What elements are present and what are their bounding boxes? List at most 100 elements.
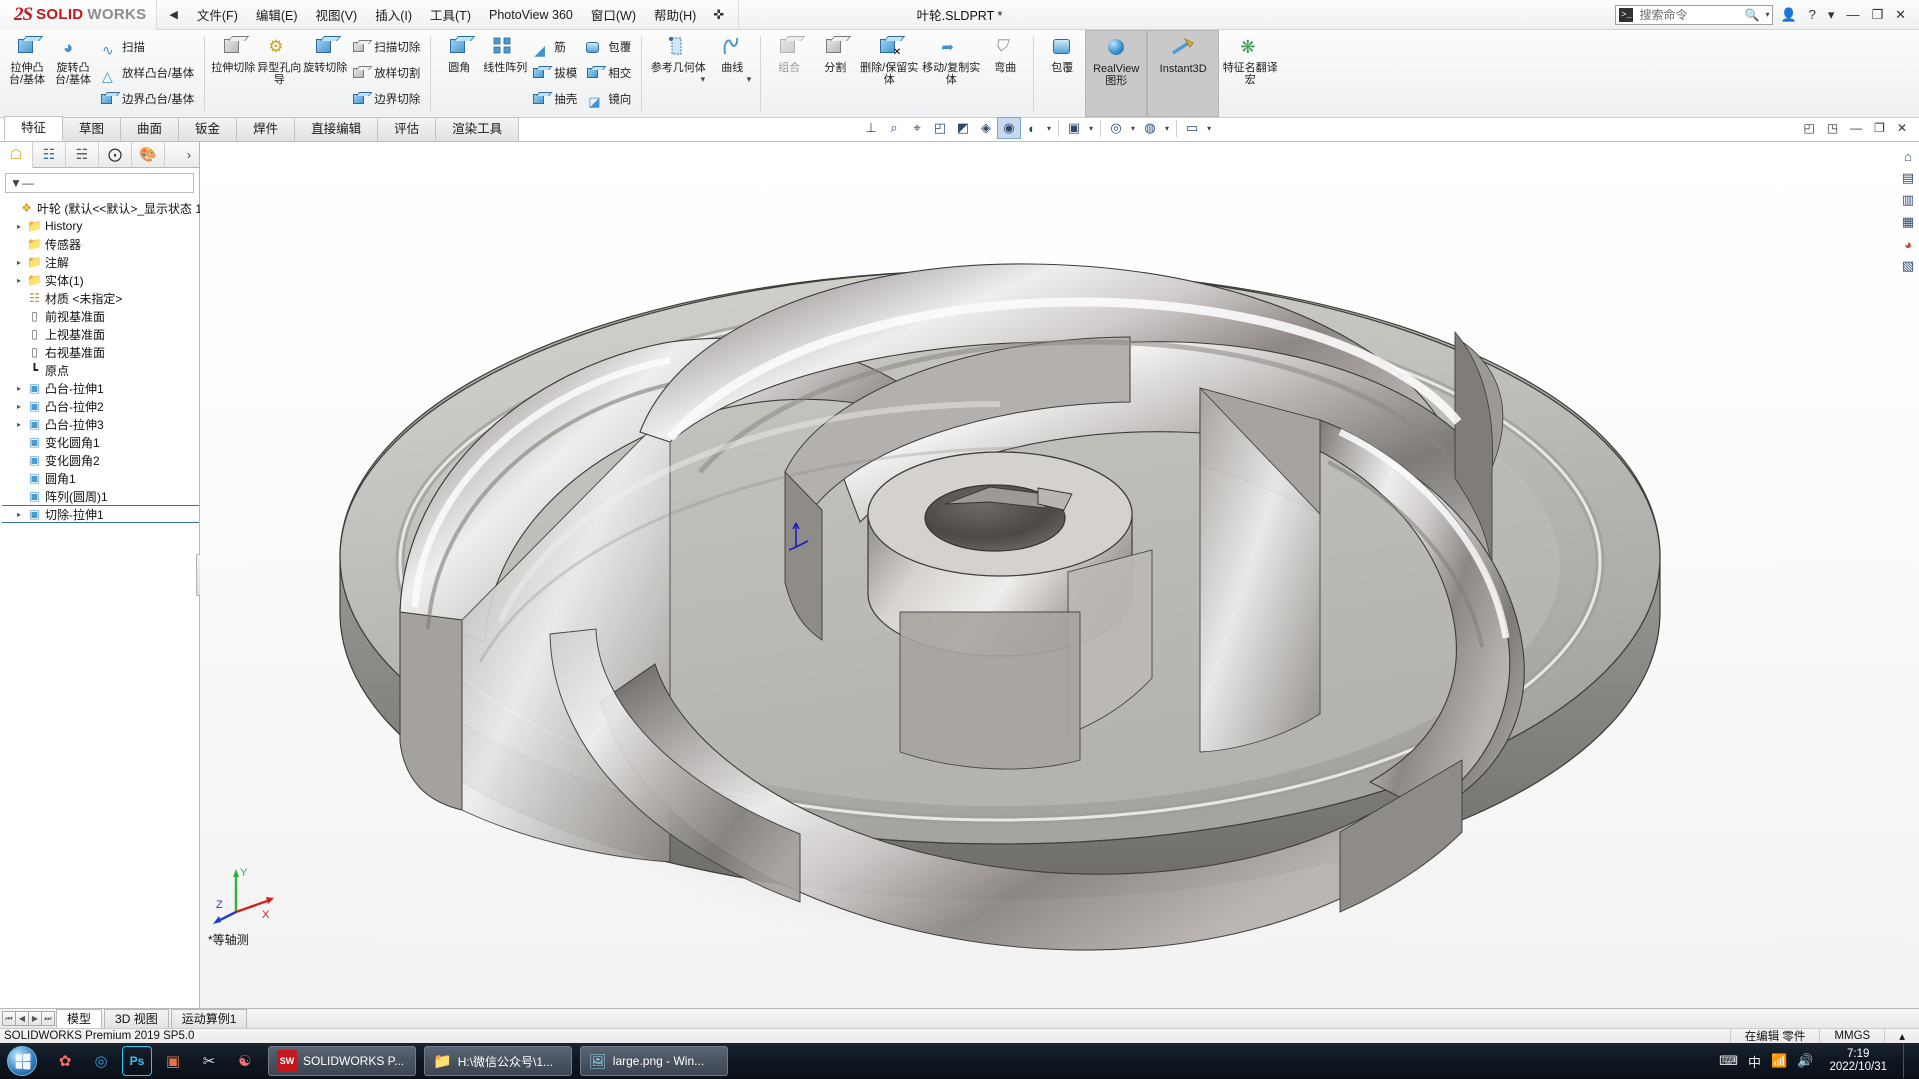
edit-appearance-button[interactable]: ◐ [1021, 118, 1043, 138]
appearances-caret-icon[interactable]: ▾ [1162, 124, 1172, 133]
doc-tab-model[interactable]: 模型 [56, 1009, 103, 1028]
zoom-to-area-button[interactable]: ⌖ [906, 118, 928, 138]
tree-expander-icon[interactable]: ▸ [12, 420, 26, 429]
custom-properties-icon[interactable]: ▧ [1898, 256, 1918, 276]
previous-view-button[interactable]: ◰ [929, 118, 951, 138]
taskbar-explorer[interactable]: 📁 H:\微信公众号\1... [424, 1046, 572, 1076]
loft-boss-button[interactable]: △ 放样凸台/基体 [96, 60, 199, 86]
nav-last-button[interactable]: ⏭ [41, 1011, 55, 1026]
tree-item[interactable]: ▸ ▣ 凸台-拉伸2 [2, 397, 199, 415]
home-icon[interactable]: ⌂ [1898, 146, 1918, 166]
property-manager-tab[interactable]: ☷ [33, 141, 66, 168]
graphics-viewport[interactable]: Y X Z *等轴测 ⌂ ▤ ▥ ▦ ◕ ▧ [200, 142, 1919, 1008]
doc-tab-motion-study[interactable]: 运动算例1 [170, 1009, 248, 1028]
tab-features[interactable]: 特征 [4, 116, 64, 141]
menu-tools[interactable]: 工具(T) [421, 1, 480, 28]
minimize-doc-button[interactable]: — [1846, 120, 1866, 136]
boundary-boss-button[interactable]: 边界凸台/基体 [96, 86, 199, 112]
rib-button[interactable]: ◢ 筋 [528, 34, 582, 60]
tree-expander-icon[interactable]: ▸ [12, 258, 26, 267]
tree-expander-icon[interactable]: ▸ [12, 222, 26, 231]
wrap2-button[interactable]: 包覆 [1039, 30, 1085, 117]
display-manager-tab[interactable]: 🎨 [132, 141, 165, 168]
tab-evaluate[interactable]: 评估 [377, 117, 437, 141]
extrude-cut-button[interactable]: 拉伸切除 [210, 30, 256, 117]
tray-volume-icon[interactable]: 🔊 [1797, 1053, 1813, 1069]
status-unit-caret-icon[interactable]: ▴ [1884, 1028, 1919, 1044]
feature-manager-tab[interactable]: ☖ [0, 141, 33, 168]
view-settings-caret-icon[interactable]: ▾ [1128, 124, 1138, 133]
tab-render-tools[interactable]: 渲染工具 [435, 117, 520, 141]
tab-direct-editing[interactable]: 直接编辑 [294, 117, 379, 141]
app-browser-icon[interactable]: ◎ [86, 1046, 116, 1076]
apply-scene-caret-icon[interactable]: ▾ [1086, 124, 1096, 133]
configuration-manager-tab[interactable]: ☵ [66, 141, 99, 168]
tree-item[interactable]: ▯ 上视基准面 [2, 325, 199, 343]
appearances-button[interactable]: ◍ [1139, 118, 1161, 138]
mirror-button[interactable]: ◪ 镜向 [582, 86, 636, 112]
section-view-button[interactable]: ⊥ [860, 118, 882, 138]
menu-insert[interactable]: 插入(I) [366, 1, 421, 28]
help-caret-icon[interactable]: ▾ [1823, 5, 1840, 25]
menu-window[interactable]: 窗口(W) [582, 1, 645, 28]
fillet-button[interactable]: 圆角 [436, 30, 482, 117]
tree-item[interactable]: ▣ 圆角1 [2, 469, 199, 487]
revolve-cut-button[interactable]: 旋转切除 [302, 30, 348, 117]
app-firefox-icon[interactable]: ✿ [50, 1046, 80, 1076]
tab-weldments[interactable]: 焊件 [236, 117, 296, 141]
restore-button[interactable]: ❐ [1866, 5, 1888, 25]
split-button[interactable]: 分割 [812, 30, 858, 117]
linear-pattern-button[interactable]: 线性阵列 [482, 30, 528, 117]
search-input[interactable]: 搜索命令 [1639, 6, 1738, 23]
search-dropdown-caret-icon[interactable]: ▾ [1765, 10, 1769, 19]
tab-sketch[interactable]: 草图 [62, 117, 122, 141]
nav-next-button[interactable]: ▶ [28, 1011, 42, 1026]
tree-filter-box[interactable]: ▼― [5, 173, 194, 193]
tree-item[interactable]: ▸ 📁 注解 [2, 253, 199, 271]
move-copy-body-button[interactable]: ➦ 移动/复制实体 [920, 30, 982, 117]
zoom-to-fit-button[interactable]: ⌕ [883, 118, 905, 138]
tree-expander-icon[interactable]: ▸ [12, 276, 26, 285]
cascade-view-button[interactable]: ◳ [1823, 120, 1842, 136]
help-icon[interactable]: ? [1804, 5, 1821, 24]
menu-view[interactable]: 视图(V) [307, 1, 367, 28]
tab-sheet-metal[interactable]: 钣金 [178, 117, 238, 141]
taskbar-solidworks[interactable]: SW SOLIDWORKS P... [268, 1046, 416, 1076]
tab-surfaces[interactable]: 曲面 [120, 117, 180, 141]
doc-tab-3d-views[interactable]: 3D 视图 [104, 1009, 169, 1028]
menu-collapse-arrow-icon[interactable]: ◀ [157, 8, 187, 21]
tree-item[interactable]: ▣ 阵列(圆周)1 [2, 487, 199, 505]
tree-expander-icon[interactable]: ▸ [12, 384, 26, 393]
decals-icon[interactable]: ▦ [1898, 212, 1918, 232]
extrude-boss-button[interactable]: 拉伸凸台/基体 [4, 30, 50, 117]
taskbar-image-viewer[interactable]: 🖼 large.png - Win... [580, 1046, 728, 1076]
hole-wizard-button[interactable]: ⚙ 异型孔向导 [256, 30, 302, 117]
display-pane-caret-icon[interactable]: ▾ [1204, 124, 1214, 133]
draft-button[interactable]: 拔模 [528, 60, 582, 86]
tree-item[interactable]: ▸ 📁 History [2, 217, 199, 235]
search-command-box[interactable]: >_ 搜索命令 🔍 ▾ [1615, 4, 1774, 25]
app-snip-icon[interactable]: ✂ [194, 1046, 224, 1076]
tree-item[interactable]: ▣ 变化圆角1 [2, 433, 199, 451]
tray-keyboard-icon[interactable]: ⌨ [1719, 1053, 1738, 1069]
combine-button[interactable]: 组合 [766, 30, 812, 117]
tree-item[interactable]: ▸ ▣ 切除-拉伸1 [2, 505, 199, 523]
status-unit-system[interactable]: MMGS [1819, 1028, 1884, 1044]
reference-geometry-button[interactable]: 参考几何体 ▾ [647, 30, 709, 117]
tray-input-method-icon[interactable]: 中 [1748, 1052, 1761, 1071]
tree-item[interactable]: ▯ 右视基准面 [2, 343, 199, 361]
start-button[interactable] [0, 1044, 44, 1078]
tree-item[interactable]: 📁 传感器 [2, 235, 199, 253]
close-button[interactable]: ✕ [1890, 5, 1911, 25]
tree-item[interactable]: ▸ ▣ 凸台-拉伸3 [2, 415, 199, 433]
account-icon[interactable]: 👤 [1775, 5, 1801, 25]
edit-appearance-caret-icon[interactable]: ▾ [1044, 124, 1054, 133]
tray-network-icon[interactable]: 📶 [1771, 1053, 1787, 1069]
colors-icon[interactable]: ◕ [1898, 234, 1918, 254]
impeller-3d-model[interactable] [200, 142, 1919, 1008]
hide-show-items-button[interactable]: ◉ [997, 117, 1021, 139]
minimize-button[interactable]: — [1841, 5, 1864, 24]
show-desktop-button[interactable] [1903, 1044, 1913, 1078]
reference-geometry-caret-icon[interactable]: ▾ [697, 74, 710, 89]
sweep-button[interactable]: ∿ 扫描 [96, 34, 199, 60]
